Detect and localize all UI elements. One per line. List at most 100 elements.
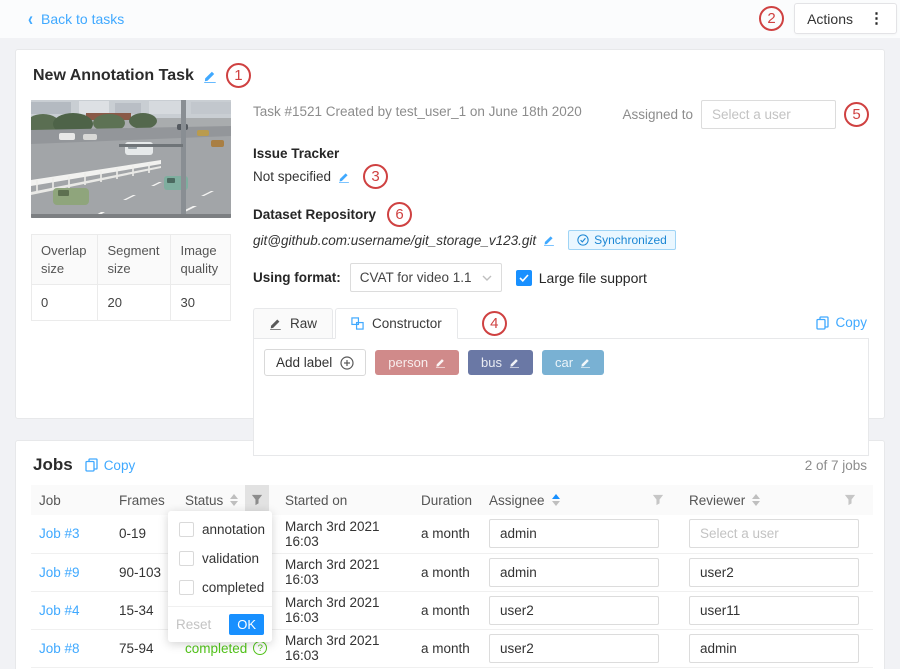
col-header-assignee: Assignee	[481, 485, 681, 515]
job-duration: a month	[413, 553, 481, 591]
job-started: March 3rd 2021 16:03	[277, 591, 413, 629]
label-constructor-panel: Add label person bus	[253, 338, 869, 456]
job-duration: a month	[413, 629, 481, 667]
large-file-support-checkbox[interactable]: Large file support	[516, 270, 647, 286]
job-link[interactable]: Job #4	[39, 603, 80, 618]
label-chip-bus[interactable]: bus	[468, 350, 533, 375]
param-header-overlap: Overlap size	[32, 235, 98, 285]
sync-status-badge[interactable]: Synchronized	[568, 230, 676, 250]
jobs-count-text: 2 of 7 jobs	[805, 458, 867, 473]
task-preview-image	[31, 100, 231, 218]
job-assignee-input[interactable]	[489, 596, 659, 625]
checkbox-unchecked-icon	[179, 580, 194, 595]
reviewer-filter-icon[interactable]	[835, 485, 865, 515]
actions-button[interactable]: Actions ⋮	[794, 3, 897, 34]
issue-tracker-value: Not specified	[253, 169, 331, 184]
assignee-sorter-icon[interactable]	[552, 494, 560, 506]
using-format-label: Using format:	[253, 270, 341, 285]
job-link[interactable]: Job #9	[39, 565, 80, 580]
param-header-segment: Segment size	[98, 235, 171, 285]
back-to-tasks-link[interactable]: ‹ Back to tasks	[28, 11, 124, 28]
job-duration: a month	[413, 515, 481, 553]
param-value-segment: 20	[98, 285, 171, 321]
status-filter-dropdown: annotation validation completed Reset OK	[168, 511, 272, 642]
label-chip-person-text: person	[388, 355, 428, 370]
job-reviewer-input[interactable]	[689, 519, 859, 548]
edit-label-car-icon	[580, 357, 591, 368]
labels-copy-label: Copy	[835, 315, 867, 330]
task-params-table: Overlap size Segment size Image quality …	[31, 234, 231, 321]
job-link[interactable]: Job #3	[39, 526, 80, 541]
filter-option-validation[interactable]: validation	[168, 544, 272, 573]
add-label-text: Add label	[276, 355, 332, 370]
dataset-repository-url[interactable]: git@github.com:username/git_storage_v123…	[253, 233, 536, 248]
job-assignee-input[interactable]	[489, 519, 659, 548]
tab-constructor[interactable]: Constructor	[335, 308, 458, 339]
filter-option-annotation-label: annotation	[202, 522, 265, 537]
labels-copy-button[interactable]: Copy	[816, 315, 867, 330]
job-link[interactable]: Job #8	[39, 641, 80, 656]
filter-option-validation-label: validation	[202, 551, 259, 566]
job-row: Job #4 15-34 March 3rd 2021 16:03 a mont…	[31, 591, 873, 629]
jobs-copy-button[interactable]: Copy	[85, 458, 136, 473]
plus-circle-icon	[340, 356, 354, 370]
chevron-down-icon	[482, 275, 492, 281]
task-title: New Annotation Task	[33, 67, 194, 85]
param-value-overlap: 0	[32, 285, 98, 321]
col-header-reviewer: Reviewer	[681, 485, 873, 515]
export-format-value: CVAT for video 1.1	[360, 270, 472, 285]
annotation-badge-2: 2	[759, 6, 784, 31]
job-row: Job #9 90-103 March 3rd 2021 16:03 a mon…	[31, 553, 873, 591]
export-format-select[interactable]: CVAT for video 1.1	[350, 263, 502, 292]
job-duration: a month	[413, 591, 481, 629]
task-assignee-input[interactable]	[701, 100, 836, 129]
task-detail-card: New Annotation Task 1	[15, 49, 885, 419]
col-header-duration: Duration	[413, 485, 481, 515]
label-chip-person[interactable]: person	[375, 350, 459, 375]
checkbox-unchecked-icon	[179, 551, 194, 566]
annotation-badge-1: 1	[226, 63, 251, 88]
filter-ok-button[interactable]: OK	[229, 614, 264, 635]
annotation-badge-6: 6	[387, 202, 412, 227]
sync-status-label: Synchronized	[594, 233, 667, 247]
tab-constructor-label: Constructor	[372, 316, 442, 331]
col-header-started: Started on	[277, 485, 413, 515]
edit-task-name-icon[interactable]	[203, 69, 217, 83]
edit-label-person-icon	[435, 357, 446, 368]
edit-issue-tracker-icon[interactable]	[338, 171, 350, 183]
filter-option-annotation[interactable]: annotation	[168, 515, 272, 544]
job-assignee-input[interactable]	[489, 558, 659, 587]
annotation-badge-5: 5	[844, 102, 869, 127]
tab-raw[interactable]: Raw	[253, 308, 333, 339]
edit-repository-icon[interactable]	[543, 234, 555, 246]
tab-raw-label: Raw	[290, 316, 317, 331]
annotation-badge-4: 4	[482, 311, 507, 336]
job-assignee-input[interactable]	[489, 634, 659, 663]
question-circle-icon[interactable]: ?	[253, 641, 267, 655]
filter-option-completed[interactable]: completed	[168, 573, 272, 602]
raw-edit-icon	[269, 317, 282, 330]
param-value-quality: 30	[171, 285, 231, 321]
param-header-quality: Image quality	[171, 235, 231, 285]
job-reviewer-input[interactable]	[689, 634, 859, 663]
job-started: March 3rd 2021 16:03	[277, 515, 413, 553]
issue-tracker-label: Issue Tracker	[253, 146, 869, 161]
large-file-support-label: Large file support	[539, 270, 647, 286]
reviewer-sorter-icon[interactable]	[752, 494, 760, 506]
edit-label-bus-icon	[509, 357, 520, 368]
label-chip-bus-text: bus	[481, 355, 502, 370]
label-chip-car[interactable]: car	[542, 350, 604, 375]
job-reviewer-input[interactable]	[689, 596, 859, 625]
job-status-completed: completed ?	[185, 641, 267, 656]
status-sorter-icon[interactable]	[230, 494, 238, 506]
job-reviewer-input[interactable]	[689, 558, 859, 587]
add-label-button[interactable]: Add label	[264, 349, 366, 376]
actions-label: Actions	[807, 11, 853, 27]
assignee-filter-icon[interactable]	[643, 485, 673, 515]
checkbox-unchecked-icon	[179, 522, 194, 537]
constructor-block-icon	[351, 317, 364, 330]
copy-icon	[85, 458, 98, 472]
filter-reset-button[interactable]: Reset	[176, 617, 211, 632]
annotation-badge-3: 3	[363, 164, 388, 189]
copy-icon	[816, 316, 829, 330]
